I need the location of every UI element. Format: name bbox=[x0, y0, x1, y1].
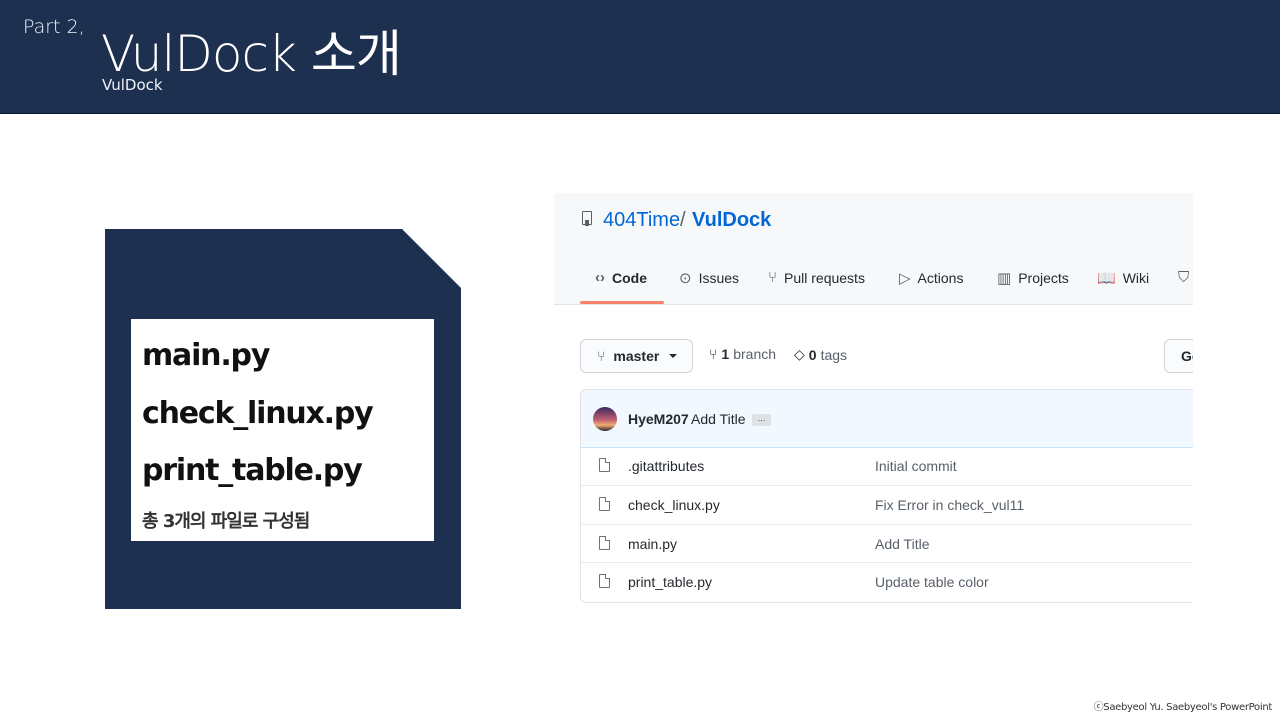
file-icon bbox=[599, 497, 610, 511]
tab-projects[interactable]: ▥ Projects bbox=[997, 269, 1069, 287]
file-commit-message[interactable]: Initial commit bbox=[875, 458, 957, 474]
active-tab-indicator bbox=[580, 301, 664, 304]
file-link[interactable]: main.py bbox=[628, 536, 677, 552]
play-icon: ▷ bbox=[899, 270, 911, 287]
file-icon bbox=[599, 458, 610, 472]
tab-code-label: Code bbox=[612, 269, 647, 286]
tag-word: tags bbox=[820, 346, 848, 363]
github-repo-screenshot: 404Time / VulDock ‹› Code ⊙ Issues ⑂ Pul… bbox=[554, 193, 1193, 613]
tab-projects-label: Projects bbox=[1018, 270, 1069, 286]
file-commit-message[interactable]: Add Title bbox=[875, 536, 929, 552]
tab-wiki-label: Wiki bbox=[1122, 270, 1150, 286]
repo-owner-link[interactable]: 404Time bbox=[603, 209, 680, 232]
tab-pull-requests[interactable]: ⑂ Pull requests bbox=[768, 269, 865, 286]
commit-author[interactable]: HyeM207 bbox=[628, 411, 689, 427]
repo-name-link[interactable]: VulDock bbox=[692, 209, 771, 232]
go-to-file-button[interactable]: Go bbox=[1164, 339, 1193, 373]
tab-issues-label: Issues bbox=[698, 270, 740, 286]
part-label: Part 2, bbox=[23, 16, 85, 38]
branch-count: 1 bbox=[721, 346, 730, 362]
branch-icon: ⑂ bbox=[597, 348, 606, 364]
branch-word: branch bbox=[733, 346, 777, 362]
latest-commit-bar: HyeM207 Add Title ... bbox=[581, 390, 1193, 448]
repo-icon bbox=[582, 211, 592, 226]
chevron-down-icon bbox=[669, 354, 678, 358]
file-link[interactable]: check_linux.py bbox=[628, 497, 720, 513]
tab-issues[interactable]: ⊙ Issues bbox=[679, 269, 739, 287]
file-name-print-table: print_table.py bbox=[142, 453, 363, 488]
tab-security[interactable]: ⛉ bbox=[1178, 269, 1189, 286]
tag-count: 0 bbox=[808, 346, 817, 363]
file-count-caption: 총 3개의 파일로 구성됨 bbox=[142, 511, 310, 532]
file-link[interactable]: .gitattributes bbox=[628, 458, 704, 474]
file-commit-message[interactable]: Update table color bbox=[875, 574, 989, 590]
copyright-credit: ⓒSaebyeol Yu. Saebyeol's PowerPoint bbox=[1093, 702, 1273, 713]
file-commit-message[interactable]: Fix Error in check_vul11 bbox=[875, 497, 1024, 513]
repo-separator: / bbox=[680, 209, 686, 231]
tab-code[interactable]: ‹› Code bbox=[595, 269, 647, 286]
file-name-main: main.py bbox=[142, 338, 270, 373]
tab-actions-label: Actions bbox=[917, 270, 964, 286]
table-row: print_table.py Update table color bbox=[581, 562, 1193, 601]
slide-header: Part 2, VulDock 소개 VulDock bbox=[0, 0, 1280, 114]
slide-subtitle: VulDock bbox=[102, 76, 163, 94]
commit-message[interactable]: Add Title bbox=[691, 411, 745, 427]
file-icon bbox=[599, 536, 610, 550]
expand-commit-button[interactable]: ... bbox=[752, 414, 771, 426]
table-row: check_linux.py Fix Error in check_vul11 bbox=[581, 485, 1193, 524]
file-name-check-linux: check_linux.py bbox=[142, 396, 374, 431]
book-icon: 📖 bbox=[1097, 270, 1116, 287]
branch-selector-label: master bbox=[613, 348, 660, 364]
shield-icon: ⛉ bbox=[1178, 269, 1190, 286]
file-link[interactable]: print_table.py bbox=[628, 574, 712, 590]
project-icon: ▥ bbox=[997, 270, 1012, 287]
tags-link[interactable]: ◇ 0 tags bbox=[794, 346, 847, 363]
table-row: .gitattributes Initial commit bbox=[581, 447, 1193, 485]
tab-pull-requests-label: Pull requests bbox=[784, 269, 865, 286]
code-icon: ‹› bbox=[595, 269, 605, 286]
tag-icon: ◇ bbox=[794, 346, 805, 362]
branch-icon: ⑂ bbox=[709, 346, 718, 362]
branch-selector-button[interactable]: ⑂ master bbox=[580, 339, 693, 373]
tab-wiki[interactable]: 📖 Wiki bbox=[1097, 269, 1149, 287]
file-icon bbox=[599, 574, 610, 588]
branches-link[interactable]: ⑂ 1 branch bbox=[709, 346, 776, 362]
table-row: main.py Add Title bbox=[581, 524, 1193, 563]
issue-icon: ⊙ bbox=[679, 270, 692, 287]
avatar[interactable] bbox=[593, 407, 617, 431]
file-list: HyeM207 Add Title ... .gitattributes Ini… bbox=[580, 389, 1193, 603]
repo-header: 404Time / VulDock ‹› Code ⊙ Issues ⑂ Pul… bbox=[554, 193, 1193, 305]
pull-request-icon: ⑂ bbox=[768, 269, 778, 286]
tab-actions[interactable]: ▷ Actions bbox=[899, 269, 963, 287]
